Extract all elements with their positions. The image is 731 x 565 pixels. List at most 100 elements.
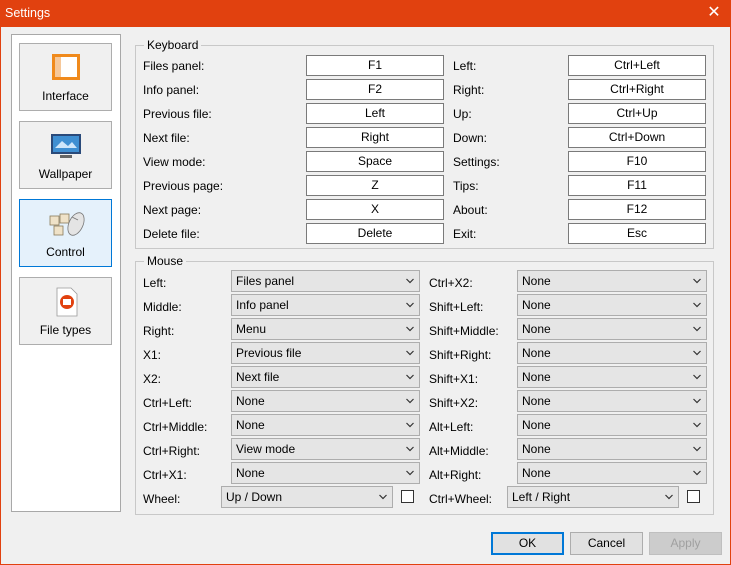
hotkey-field[interactable]: X (306, 199, 444, 220)
keyboard-group-title: Keyboard (144, 38, 202, 52)
mouse-action-select[interactable]: None (517, 438, 707, 460)
chevron-down-icon (693, 302, 701, 308)
hotkey-field[interactable]: Ctrl+Right (568, 79, 706, 100)
chevron-down-icon (693, 350, 701, 356)
mouse-action-select[interactable]: Files panel (231, 270, 420, 292)
mouse-label: Shift+Right: (429, 348, 492, 362)
mouse-label: Ctrl+Middle: (143, 420, 208, 434)
category-sidebar: Interface Wallpaper Control File types (11, 34, 121, 512)
mouse-action-select[interactable]: None (231, 462, 420, 484)
chevron-down-icon (379, 494, 387, 500)
mouse-action-select[interactable]: None (517, 462, 707, 484)
mouse-group-title: Mouse (144, 254, 187, 268)
chevron-down-icon (406, 326, 414, 332)
select-value: None (522, 466, 551, 480)
hotkey-field[interactable]: F12 (568, 199, 706, 220)
select-value: Menu (236, 322, 267, 336)
chevron-down-icon (406, 350, 414, 356)
mouse-action-select[interactable]: None (517, 294, 707, 316)
mouse-action-select[interactable]: None (517, 390, 707, 412)
mouse-label: Middle: (143, 300, 182, 314)
wheel-action-select[interactable]: Up / Down (221, 486, 393, 508)
hotkey-field[interactable]: F11 (568, 175, 706, 196)
cancel-button[interactable]: Cancel (570, 532, 643, 555)
keyboard-label: Info panel: (143, 83, 200, 97)
hotkey-field[interactable]: Ctrl+Down (568, 127, 706, 148)
sidebar-item-interface[interactable]: Interface (19, 43, 112, 111)
title-bar: Settings ✕ (0, 0, 731, 27)
select-value: None (236, 418, 265, 432)
select-value: None (522, 442, 551, 456)
hotkey-field[interactable]: Ctrl+Left (568, 55, 706, 76)
chevron-down-icon (693, 422, 701, 428)
ctrl-wheel-action-select[interactable]: Left / Right (507, 486, 679, 508)
mouse-label: Alt+Middle: (429, 444, 489, 458)
chevron-down-icon (693, 446, 701, 452)
select-value: Info panel (236, 298, 289, 312)
hotkey-field[interactable]: Right (306, 127, 444, 148)
hotkey-field[interactable]: F10 (568, 151, 706, 172)
hotkey-field[interactable]: F1 (306, 55, 444, 76)
select-value: None (522, 418, 551, 432)
sidebar-item-control[interactable]: Control (19, 199, 112, 267)
wallpaper-icon (51, 134, 81, 158)
mouse-label: Shift+X1: (429, 372, 479, 386)
hotkey-field[interactable]: Ctrl+Up (568, 103, 706, 124)
mouse-label: Shift+X2: (429, 396, 479, 410)
keyboard-label: View mode: (143, 155, 206, 169)
keyboard-label: Files panel: (143, 59, 205, 73)
keyboard-label: Delete file: (143, 227, 200, 241)
hotkey-field[interactable]: Esc (568, 223, 706, 244)
keyboard-label: Previous file: (143, 107, 212, 121)
mouse-action-select[interactable]: Info panel (231, 294, 420, 316)
hotkey-field[interactable]: F2 (306, 79, 444, 100)
keyboard-label: Exit: (453, 227, 477, 241)
interface-icon (52, 54, 80, 80)
ctrl-wheel-label: Ctrl+Wheel: (429, 492, 493, 506)
select-value: None (236, 466, 265, 480)
mouse-label: Shift+Middle: (429, 324, 499, 338)
mouse-label: Alt+Right: (429, 468, 482, 482)
mouse-action-select[interactable]: None (231, 390, 420, 412)
mouse-action-select[interactable]: None (517, 414, 707, 436)
mouse-action-select[interactable]: None (231, 414, 420, 436)
apply-button[interactable]: Apply (649, 532, 722, 555)
select-value: None (522, 274, 551, 288)
sidebar-item-file-types[interactable]: File types (19, 277, 112, 345)
ok-button[interactable]: OK (491, 532, 564, 555)
select-value: None (522, 346, 551, 360)
select-value: Files panel (236, 274, 295, 288)
hotkey-field[interactable]: Space (306, 151, 444, 172)
mouse-label: Ctrl+X1: (143, 468, 187, 482)
keyboard-label: Next page: (143, 203, 202, 217)
select-value: None (522, 370, 551, 384)
wheel-invert-checkbox[interactable] (401, 490, 414, 503)
keyboard-label: Right: (453, 83, 485, 97)
mouse-action-select[interactable]: None (517, 342, 707, 364)
sidebar-item-wallpaper[interactable]: Wallpaper (19, 121, 112, 189)
mouse-label: Alt+Left: (429, 420, 474, 434)
hotkey-field[interactable]: Left (306, 103, 444, 124)
mouse-action-select[interactable]: Next file (231, 366, 420, 388)
chevron-down-icon (406, 422, 414, 428)
wheel-label: Wheel: (143, 492, 181, 506)
keyboard-label: Down: (453, 131, 488, 145)
select-value: None (236, 394, 265, 408)
sidebar-item-label: File types (39, 323, 92, 337)
mouse-action-select[interactable]: None (517, 318, 707, 340)
hotkey-field[interactable]: Z (306, 175, 444, 196)
chevron-down-icon (693, 278, 701, 284)
mouse-action-select[interactable]: Previous file (231, 342, 420, 364)
mouse-action-select[interactable]: Menu (231, 318, 420, 340)
select-value: None (522, 394, 551, 408)
select-value: None (522, 298, 551, 312)
mouse-action-select[interactable]: View mode (231, 438, 420, 460)
sidebar-item-label: Interface (42, 89, 89, 103)
chevron-down-icon (406, 278, 414, 284)
mouse-action-select[interactable]: None (517, 270, 707, 292)
ctrl-wheel-invert-checkbox[interactable] (687, 490, 700, 503)
settings-window: Interface Wallpaper Control File types K… (0, 27, 731, 565)
mouse-action-select[interactable]: None (517, 366, 707, 388)
close-icon[interactable]: ✕ (703, 2, 725, 24)
hotkey-field[interactable]: Delete (306, 223, 444, 244)
